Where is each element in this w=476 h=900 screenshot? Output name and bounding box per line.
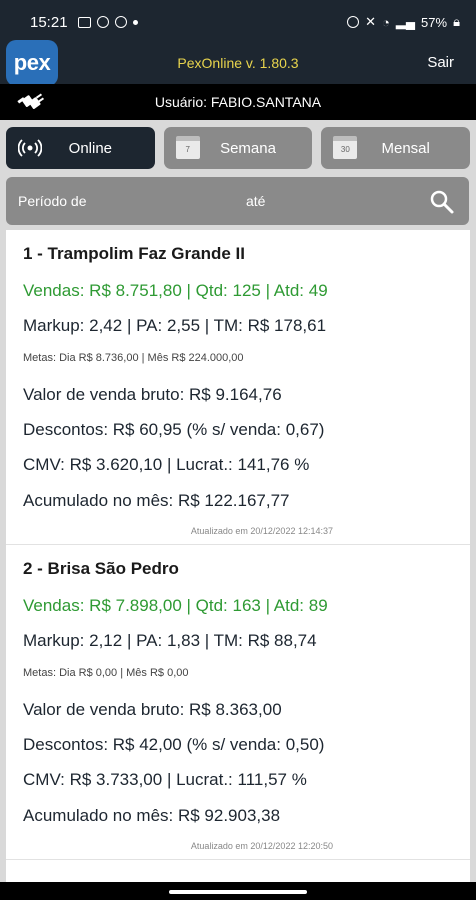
month-accumulated: Acumulado no mês: R$ 92.903,38	[23, 806, 281, 825]
mute-icon: ✕	[365, 14, 376, 29]
store-list[interactable]: 1 - Trampolim Faz Grande II Vendas: R$ 8…	[6, 230, 470, 882]
user-bar: Usuário: FABIO.SANTANA	[0, 84, 476, 120]
search-icon[interactable]	[429, 189, 455, 215]
month-accumulated: Acumulado no mês: R$ 122.167,77	[23, 491, 290, 510]
updated-timestamp: Atualizado em 20/12/2022 12:14:37	[190, 526, 333, 536]
tab-mensal[interactable]: 30 Mensal	[321, 127, 471, 169]
status-time: 15:21	[30, 13, 68, 31]
more-notifications-icon	[132, 19, 138, 25]
store-title: 1 - Trampolim Faz Grande II	[23, 244, 245, 263]
tab-semana[interactable]: 7 Semana	[163, 127, 313, 169]
system-icons: ✕ ◔ ▂▄ 57% 🔒︎	[347, 14, 460, 30]
tab-mensal-label: Mensal	[381, 139, 430, 157]
period-from-field[interactable]: Período de	[18, 193, 87, 209]
tab-online-label: Online	[68, 139, 113, 157]
period-tabs: Online 7 Semana 30 Mensal	[6, 127, 471, 169]
gross-sales: Valor de venda bruto: R$ 8.363,00	[23, 700, 282, 719]
signal-icon: ▂▄	[395, 14, 416, 29]
goals-summary: Metas: Dia R$ 8.736,00 | Mês R$ 224.000,…	[23, 352, 244, 364]
discounts: Descontos: R$ 60,95 (% s/ venda: 0,67)	[23, 420, 325, 439]
store-card[interactable]: 2 - Brisa São Pedro Vendas: R$ 7.898,00 …	[6, 545, 470, 860]
wifi-icon: ◔	[381, 14, 390, 30]
discounts: Descontos: R$ 42,00 (% s/ venda: 0,50)	[23, 735, 325, 754]
system-nav-bar	[0, 882, 476, 900]
markup-summary: Markup: 2,42 | PA: 2,55 | TM: R$ 178,61	[23, 316, 327, 335]
cmv-profit: CMV: R$ 3.733,00 | Lucrat.: 111,57 %	[23, 770, 307, 789]
notification-icons	[77, 16, 138, 28]
sales-summary: Vendas: R$ 8.751,80 | Qtd: 125 | Atd: 49	[23, 281, 328, 300]
gross-sales: Valor de venda bruto: R$ 9.164,76	[23, 385, 282, 404]
store-card[interactable]: 1 - Trampolim Faz Grande II Vendas: R$ 8…	[6, 230, 470, 545]
home-gesture-handle[interactable]	[169, 890, 307, 894]
store-title: 2 - Brisa São Pedro	[23, 559, 179, 578]
whatsapp-icon	[96, 16, 109, 28]
gallery-icon	[77, 16, 91, 28]
markup-summary: Markup: 2,12 | PA: 1,83 | TM: R$ 88,74	[23, 631, 317, 650]
tab-online[interactable]: Online	[6, 127, 155, 169]
lock-icon: 🔒︎	[453, 14, 460, 29]
app-title: PexOnline v. 1.80.3	[177, 55, 299, 71]
logged-user: Usuário: FABIO.SANTANA	[154, 94, 322, 110]
updated-timestamp: Atualizado em 20/12/2022 12:20:50	[190, 841, 333, 851]
instagram-icon	[114, 16, 127, 28]
app-header: pex PexOnline v. 1.80.3 Sair	[0, 40, 476, 86]
cmv-profit: CMV: R$ 3.620,10 | Lucrat.: 141,76 %	[23, 455, 310, 474]
status-bar: 15:21 ✕ ◔ ▂▄ 57% 🔒︎	[0, 0, 476, 44]
alarm-icon	[347, 16, 360, 28]
exit-button[interactable]: Sair	[427, 54, 454, 71]
period-filter[interactable]: Período de até	[6, 177, 469, 225]
period-to-field[interactable]: até	[246, 193, 265, 209]
goals-summary: Metas: Dia R$ 0,00 | Mês R$ 0,00	[23, 667, 189, 679]
tab-semana-label: Semana	[220, 139, 276, 157]
sales-summary: Vendas: R$ 7.898,00 | Qtd: 163 | Atd: 89	[23, 596, 328, 615]
battery-level: 57%	[421, 14, 448, 30]
